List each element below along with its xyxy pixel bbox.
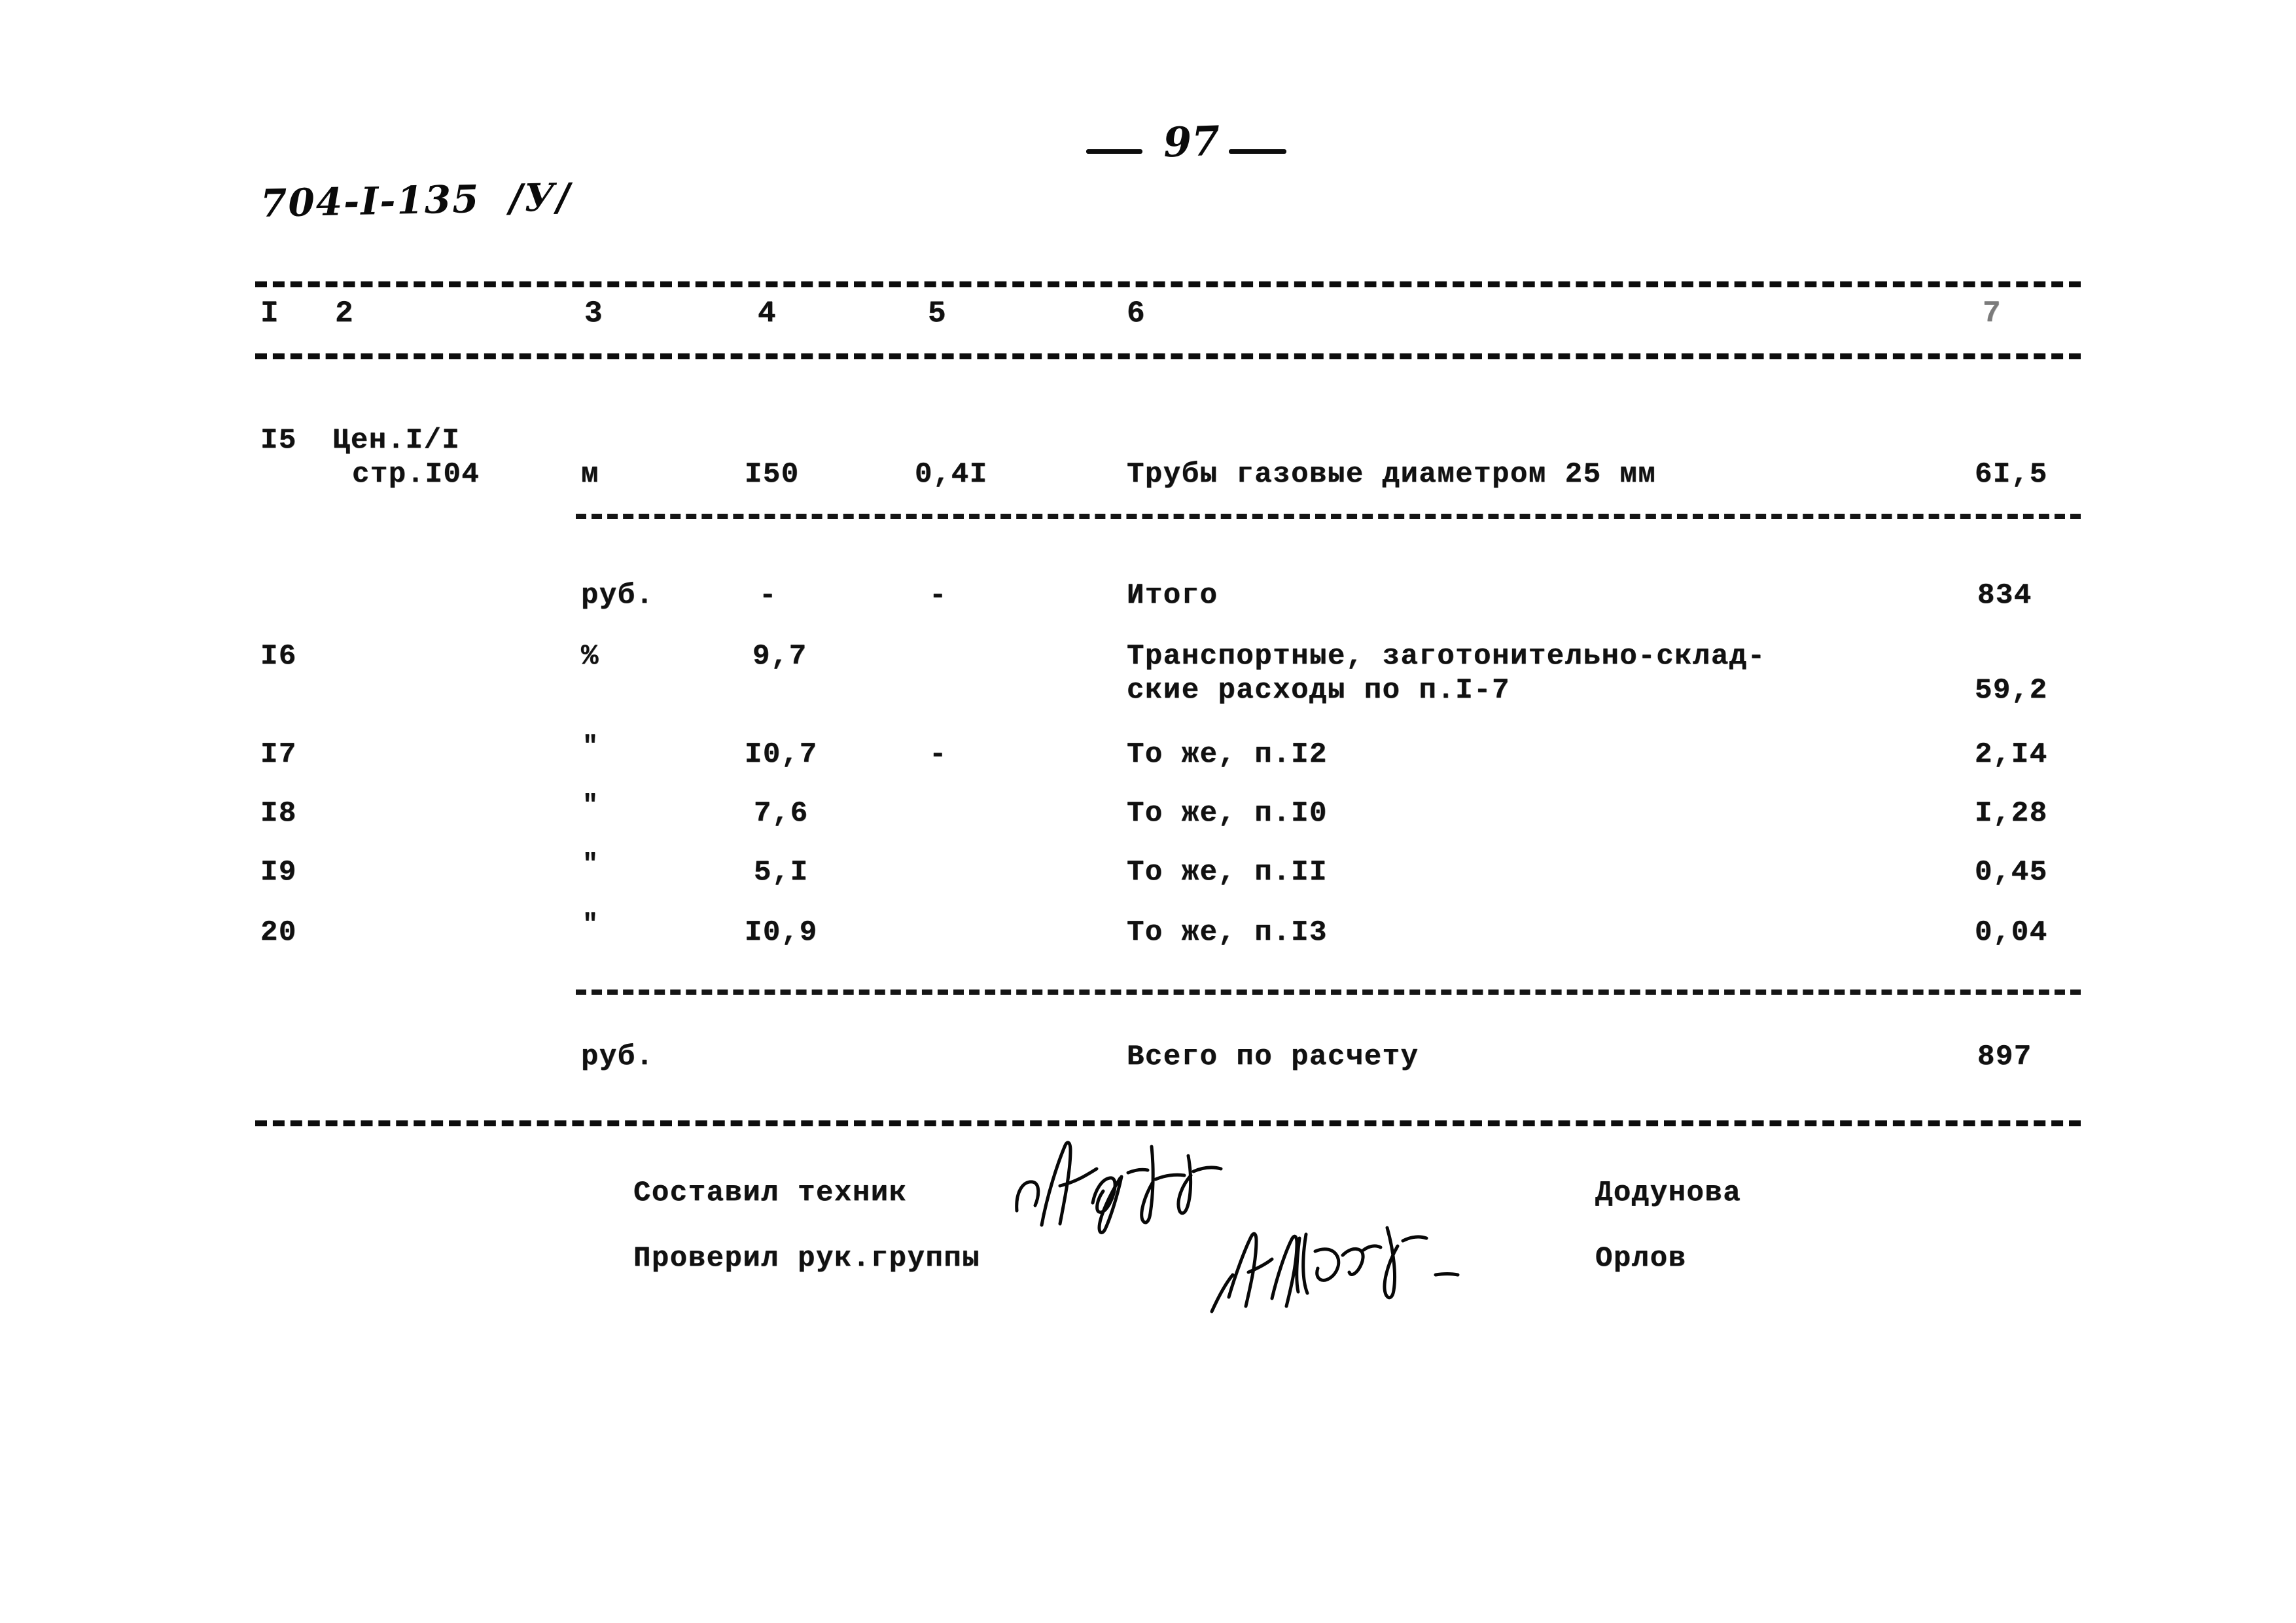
checked-by-signature xyxy=(1209,1212,1484,1317)
row-number: I7 xyxy=(260,738,297,771)
row-qty: I0,9 xyxy=(745,916,818,949)
row-unit: " xyxy=(582,850,599,880)
row-qty: I50 xyxy=(745,458,800,491)
row-description-line2: ские расходы по п.I-7 xyxy=(1127,674,1510,707)
row-total: 6I,5 xyxy=(1975,458,2048,491)
row-number: I9 xyxy=(260,856,297,889)
document-page: 97 704-I-135 /У/ I 2 3 4 5 6 7 I5 Цен.I/… xyxy=(0,0,2296,1623)
row-unit: руб. xyxy=(581,579,654,612)
row-unit: % xyxy=(581,640,599,673)
prepared-by-name: Додунова xyxy=(1595,1177,1742,1209)
table-top-rule xyxy=(255,281,2081,287)
row-unit: " xyxy=(582,732,599,762)
row-qty: 5,I xyxy=(754,856,809,889)
row-source-line2: стр.I04 xyxy=(352,458,480,491)
page-number-dash-left xyxy=(1086,149,1142,154)
row-number: I8 xyxy=(260,797,297,830)
row-price: - xyxy=(929,579,947,612)
table-bottom-rule xyxy=(255,1120,2081,1126)
row-total: 834 xyxy=(1977,579,2032,612)
row-total: 897 xyxy=(1977,1041,2032,1073)
row-number: I5 xyxy=(260,424,297,457)
row-qty: 7,6 xyxy=(754,797,809,830)
row-description: То же, п.I2 xyxy=(1127,738,1328,771)
column-header-7: 7 xyxy=(1983,296,2002,330)
row-source: Цен.I/I xyxy=(332,424,461,457)
row-description: То же, п.II xyxy=(1127,856,1328,889)
row-total: 2,I4 xyxy=(1975,738,2048,771)
row-total: 59,2 xyxy=(1975,674,2048,707)
grandtotal-rule xyxy=(576,990,2081,995)
row-description: Итого xyxy=(1127,579,1218,612)
row-description: То же, п.I0 xyxy=(1127,797,1328,830)
row-total: 0,45 xyxy=(1975,856,2048,889)
row-total: I,28 xyxy=(1975,797,2048,830)
checked-by-name: Орлов xyxy=(1595,1242,1687,1275)
document-code: 704-I-135 /У/ xyxy=(260,175,572,226)
table-header-rule xyxy=(255,353,2081,359)
checked-by-label: Проверил рук.группы xyxy=(633,1242,981,1275)
row-number: I6 xyxy=(260,640,297,673)
row-qty: I0,7 xyxy=(745,738,818,771)
row-unit: " xyxy=(582,791,599,821)
column-header-5: 5 xyxy=(928,296,947,330)
column-header-4: 4 xyxy=(758,296,777,330)
row-price: - xyxy=(929,738,947,771)
row-description: Транспортные, заготонительно-склад- xyxy=(1127,640,1766,673)
column-header-2: 2 xyxy=(335,296,355,330)
row-description: Всего по расчету xyxy=(1127,1041,1419,1073)
row-description: Трубы газовые диаметром 25 мм xyxy=(1127,458,1657,491)
row-unit: " xyxy=(582,910,599,940)
column-header-6: 6 xyxy=(1127,296,1146,330)
subtotal-rule-top xyxy=(576,514,2081,519)
row-qty: - xyxy=(759,579,777,612)
row-number: 20 xyxy=(260,916,297,949)
row-price: 0,4I xyxy=(915,458,988,491)
row-unit: м xyxy=(581,458,599,491)
row-total: 0,04 xyxy=(1975,916,2048,949)
row-qty: 9,7 xyxy=(752,640,807,673)
column-header-1: I xyxy=(260,296,280,330)
page-number-dash-right xyxy=(1229,149,1286,154)
column-header-3: 3 xyxy=(584,296,604,330)
row-unit: руб. xyxy=(581,1041,654,1073)
page-number: 97 xyxy=(1162,116,1221,167)
row-description: То же, п.I3 xyxy=(1127,916,1328,949)
prepared-by-label: Составил техник xyxy=(633,1177,908,1209)
